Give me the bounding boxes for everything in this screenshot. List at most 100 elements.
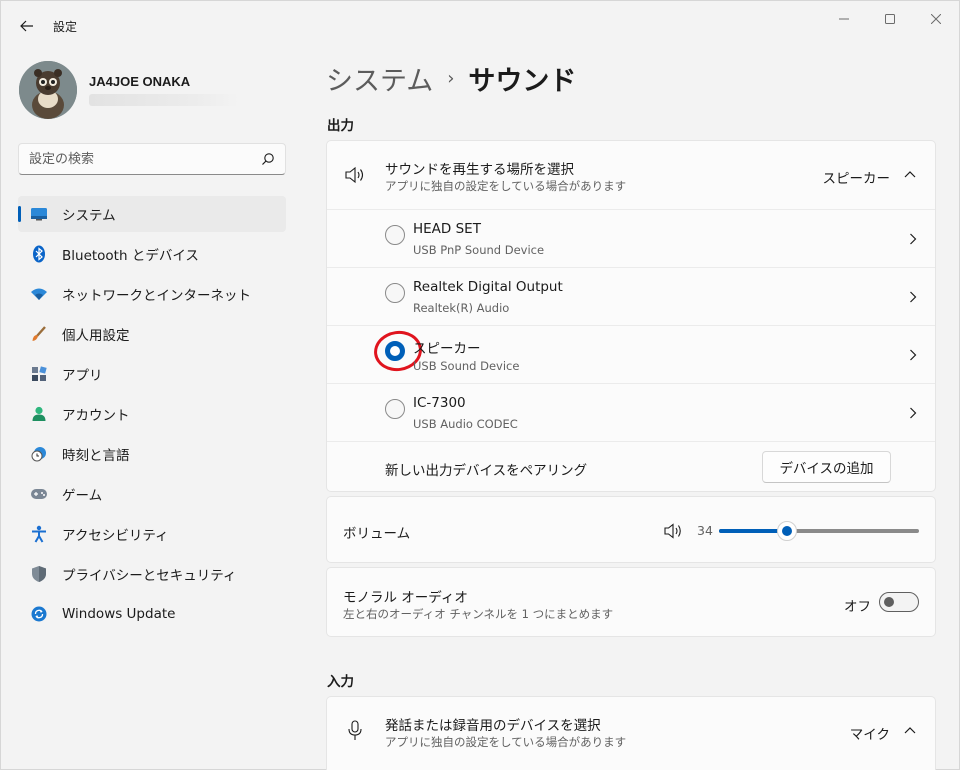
settings-window: 設定 JA4JOE ONAKA 設定の検索 システム Bluetooth とデバ… [0,0,960,770]
sidebar-item-gaming[interactable]: ゲーム [18,476,286,512]
device-description: USB Sound Device [413,359,520,373]
input-selected-value: マイク [849,727,890,743]
person-icon [30,405,48,423]
input-selector-title: 発話または録音用のデバイスを選択 [385,718,601,734]
device-name: HEAD SET [413,221,481,237]
device-name: Realtek Digital Output [413,279,563,295]
sidebar-item-label: ゲーム [62,488,103,504]
volume-value: 34 [697,523,713,538]
mono-audio-title: モノラル オーディオ [343,590,468,606]
sidebar-nav: システム Bluetooth とデバイス ネットワークとインターネット 個人用設… [18,196,286,636]
output-selector-title: サウンドを再生する場所を選択 [385,162,574,178]
bluetooth-icon [30,245,48,263]
sidebar-item-system[interactable]: システム [18,196,286,232]
output-selector-subtitle: アプリに独自の設定をしている場合があります [385,179,627,193]
input-section-label: 入力 [327,674,354,690]
sidebar-item-privacy-security[interactable]: プライバシーとセキュリティ [18,556,286,592]
gamepad-icon [30,485,48,503]
sidebar-item-accounts[interactable]: アカウント [18,396,286,432]
minimize-button[interactable] [821,7,867,31]
sidebar-item-label: アクセシビリティ [62,528,169,544]
system-monitor-icon [30,205,48,223]
output-device-selector[interactable]: サウンドを再生する場所を選択 アプリに独自の設定をしている場合があります スピー… [327,141,935,209]
close-icon [931,14,941,24]
breadcrumb-separator: › [447,68,455,89]
input-selector-subtitle: アプリに独自の設定をしている場合があります [385,735,627,749]
apps-icon [30,365,48,383]
volume-card: ボリューム 34 [326,496,936,563]
sidebar-item-label: ネットワークとインターネット [62,288,251,304]
windows-update-icon [30,605,48,623]
sidebar-item-label: システム [62,208,116,224]
breadcrumb-parent[interactable]: システム [326,59,433,98]
device-radio[interactable] [385,283,405,303]
speaker-volume-icon[interactable] [663,522,683,540]
output-selected-value: スピーカー [822,171,891,187]
sidebar-item-label: アプリ [62,368,103,384]
sidebar-item-label: 時刻と言語 [62,448,130,464]
avatar[interactable] [19,61,77,119]
output-device-row[interactable]: Realtek Digital Output Realtek(R) Audio [327,267,935,325]
output-device-row[interactable]: HEAD SET USB PnP Sound Device [327,209,935,267]
device-radio[interactable] [385,225,405,245]
device-description: USB Audio CODEC [413,417,518,431]
sidebar-item-apps[interactable]: アプリ [18,356,286,392]
close-button[interactable] [913,7,959,31]
chevron-up-icon[interactable] [904,170,916,178]
device-description: Realtek(R) Audio [413,301,510,315]
arrow-left-icon [20,20,33,32]
volume-slider-thumb[interactable] [777,521,797,541]
sidebar-item-accessibility[interactable]: アクセシビリティ [18,516,286,552]
sidebar-item-network[interactable]: ネットワークとインターネット [18,276,286,312]
output-device-card: サウンドを再生する場所を選択 アプリに独自の設定をしている場合があります スピー… [326,140,936,492]
mono-audio-state: オフ [844,599,871,615]
wifi-icon [30,285,48,303]
sidebar-item-label: Windows Update [62,606,176,622]
pair-output-device-row: 新しい出力デバイスをペアリング デバイスの追加 [327,441,935,491]
sidebar-item-label: Bluetooth とデバイス [62,248,199,264]
maximize-button[interactable] [867,7,913,31]
add-device-button[interactable]: デバイスの追加 [762,451,891,483]
back-button[interactable] [13,13,41,39]
pair-device-label: 新しい出力デバイスをペアリング [385,463,588,479]
mono-audio-subtitle: 左と右のオーディオ チャンネルを 1 つにまとめます [343,607,614,621]
chevron-right-icon[interactable] [909,349,917,361]
page-title: サウンド [468,66,577,97]
clock-globe-icon [30,445,48,463]
accessibility-icon [30,525,48,543]
chevron-right-icon[interactable] [909,407,917,419]
device-name: IC-7300 [413,395,466,411]
chevron-right-icon[interactable] [909,233,917,245]
mono-audio-toggle[interactable] [879,592,919,612]
title-bar: 設定 [1,1,960,49]
sidebar-item-label: 個人用設定 [62,328,130,344]
profile-name: JA4JOE ONAKA [89,74,191,89]
speaker-icon [345,166,364,184]
input-device-selector[interactable]: 発話または録音用のデバイスを選択 アプリに独自の設定をしている場合があります マ… [327,697,935,765]
chevron-up-icon[interactable] [904,726,916,734]
profile-email-redacted [89,94,239,106]
search-icon [262,153,274,165]
sidebar-item-time-language[interactable]: 時刻と言語 [18,436,286,472]
search-box[interactable] [18,143,286,175]
sidebar-item-bluetooth[interactable]: Bluetooth とデバイス [18,236,286,272]
chevron-right-icon[interactable] [909,291,917,303]
maximize-icon [885,14,895,24]
sidebar-item-windows-update[interactable]: Windows Update [18,596,286,632]
sidebar-item-label: プライバシーとセキュリティ [62,568,237,584]
output-device-row[interactable]: IC-7300 USB Audio CODEC [327,383,935,441]
device-radio[interactable] [385,399,405,419]
sidebar-item-personalization[interactable]: 個人用設定 [18,316,286,352]
input-device-card: 発話または録音用のデバイスを選択 アプリに独自の設定をしている場合があります マ… [326,696,936,770]
shield-icon [30,565,48,583]
device-name: スピーカー [413,341,481,357]
breadcrumb: システム › サウンド [326,59,576,98]
volume-slider[interactable] [719,521,919,541]
search-input[interactable] [29,149,249,169]
output-device-row[interactable]: スピーカー USB Sound Device [327,325,935,383]
app-title: 設定 [53,20,78,34]
minimize-icon [839,18,849,20]
volume-label: ボリューム [343,526,411,542]
paintbrush-icon [30,325,48,343]
microphone-icon [348,720,362,740]
